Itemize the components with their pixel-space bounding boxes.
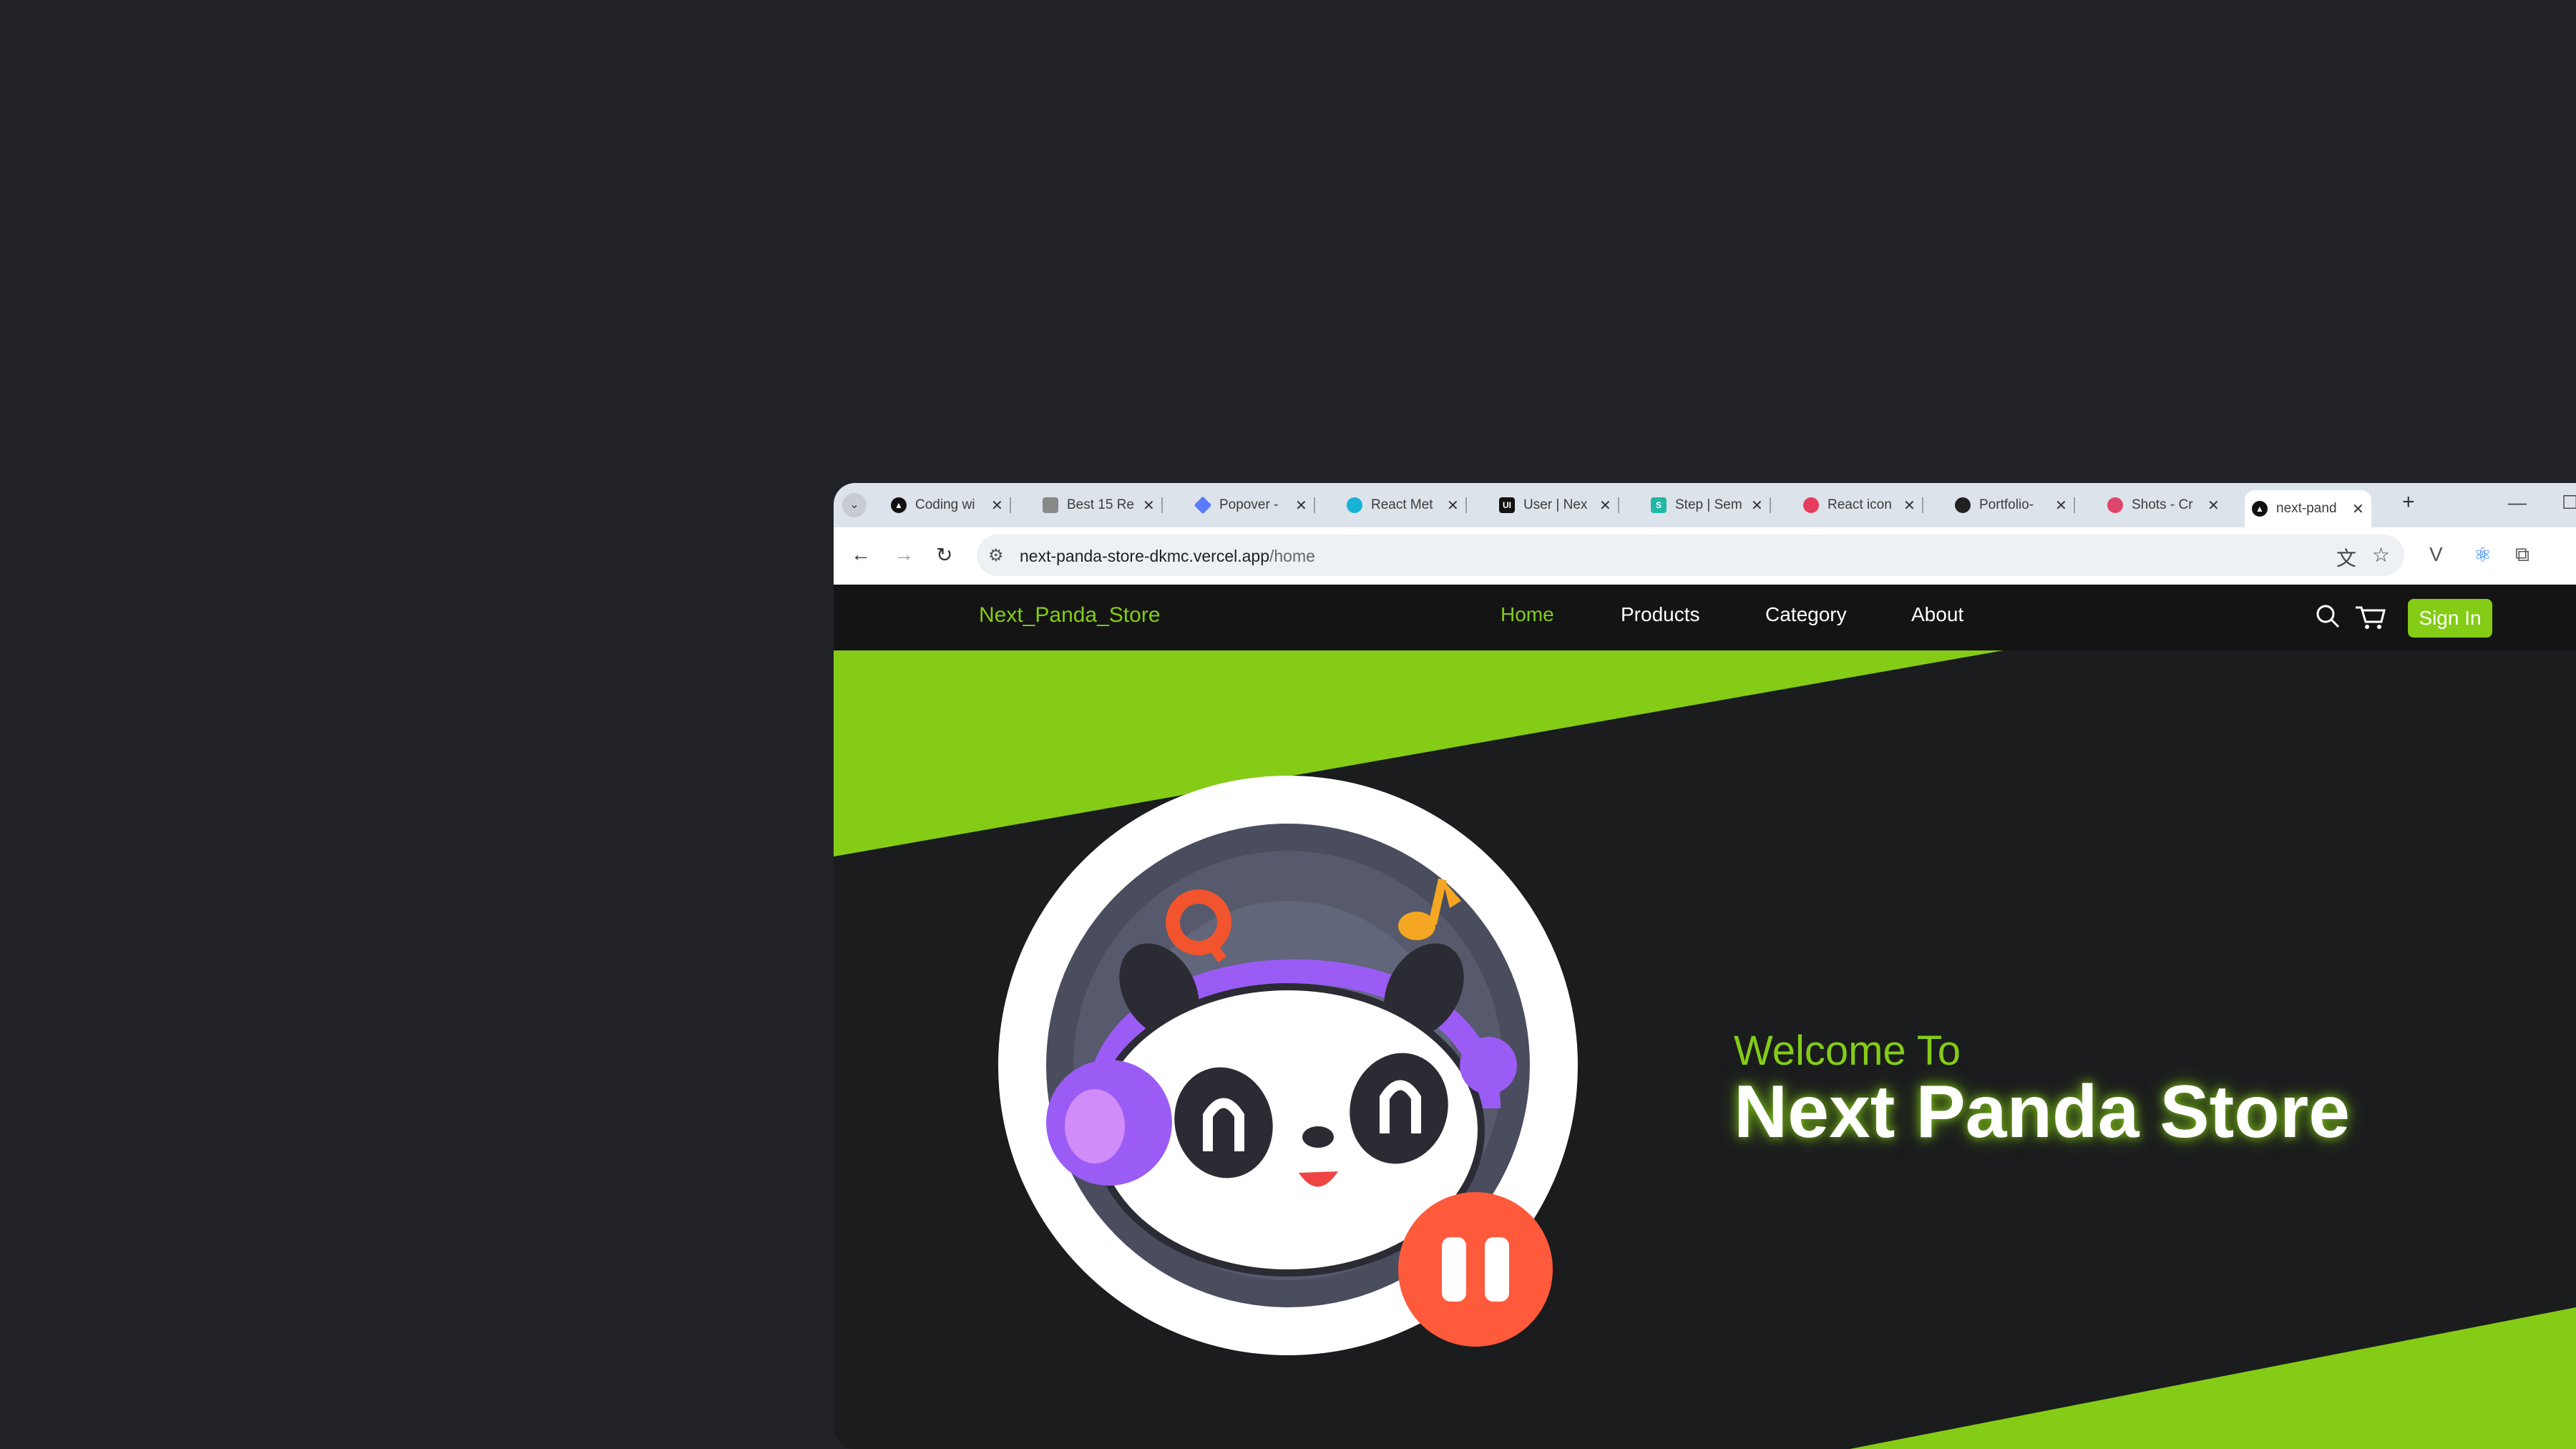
translate-icon[interactable]: 文 xyxy=(2336,543,2356,572)
browser-tab[interactable]: ▲ Coding wi ✕ xyxy=(891,490,1011,520)
close-icon[interactable]: ✕ xyxy=(2207,497,2220,514)
browser-tab[interactable]: UI User | Nex ✕ xyxy=(1499,490,1619,520)
browser-tab[interactable]: Shots - Cr ✕ xyxy=(2107,490,2220,520)
s-icon: S xyxy=(1651,497,1667,513)
tab-title: next-pand xyxy=(2276,501,2337,516)
react-icon xyxy=(1347,497,1362,513)
extension-v-icon[interactable]: V xyxy=(2429,543,2443,566)
tab-search-chevron-icon[interactable]: ⌄ xyxy=(842,493,867,517)
close-icon[interactable]: ✕ xyxy=(1903,497,1916,514)
bookmark-star-icon[interactable]: ☆ xyxy=(2372,543,2390,567)
browser-window: ⌄ ▲ Coding wi ✕ Best 15 Re ✕ Popover - ✕… xyxy=(834,483,2576,1449)
ui-icon: UI xyxy=(1499,497,1515,513)
react-icon xyxy=(1803,497,1819,513)
green-slash-bottom xyxy=(1850,1307,2576,1449)
nav-home[interactable]: Home xyxy=(1501,603,1554,626)
page-icon xyxy=(1043,497,1058,513)
tab-title: Popover - xyxy=(1219,497,1279,512)
tab-title: Best 15 Re xyxy=(1067,497,1134,512)
panda-illustration xyxy=(998,776,1578,1355)
browser-tab[interactable]: React icon ✕ xyxy=(1803,490,1923,520)
cart-icon[interactable] xyxy=(2354,602,2387,637)
tab-title: Coding wi xyxy=(915,497,975,512)
sign-in-button[interactable]: Sign In xyxy=(2408,599,2492,638)
close-icon[interactable]: ✕ xyxy=(2352,500,2364,518)
forward-arrow-icon[interactable]: → xyxy=(894,543,914,566)
minimize-icon[interactable]: — xyxy=(2508,492,2527,514)
triangle-icon: ▲ xyxy=(891,497,907,513)
back-arrow-icon[interactable]: ← xyxy=(851,543,871,566)
site-navbar: Next_Panda_Store Home Products Category … xyxy=(834,585,2576,650)
close-icon[interactable]: ✕ xyxy=(1751,497,1763,514)
site-logo[interactable]: Next_Panda_Store xyxy=(979,603,1161,628)
close-icon[interactable]: ✕ xyxy=(1295,497,1307,514)
extensions-puzzle-icon[interactable]: ⧉ xyxy=(2515,543,2529,567)
nav-category[interactable]: Category xyxy=(1765,603,1847,626)
nav-products[interactable]: Products xyxy=(1621,603,1700,626)
url-host: next-panda-store-dkmc.vercel.app xyxy=(1020,547,1269,565)
browser-tab-active[interactable]: ▲ next-pand ✕ xyxy=(2245,490,2371,527)
hero-title: Next Panda Store xyxy=(1734,1070,2351,1153)
browser-tab[interactable]: Best 15 Re ✕ xyxy=(1043,490,1163,520)
tab-title: Step | Sem xyxy=(1675,497,1742,512)
site-info-icon[interactable]: ⚙ xyxy=(988,545,1004,566)
tab-strip: ⌄ ▲ Coding wi ✕ Best 15 Re ✕ Popover - ✕… xyxy=(834,483,2576,527)
extension-react-icon[interactable]: ⚛ xyxy=(2474,543,2492,567)
close-icon[interactable]: ✕ xyxy=(991,497,1003,514)
tab-title: React Met xyxy=(1371,497,1433,512)
url-path: /home xyxy=(1269,547,1315,565)
tab-title: Portfolio- xyxy=(1979,497,2034,512)
nav-about[interactable]: About xyxy=(1911,603,1963,626)
diamond-icon xyxy=(1194,496,1212,514)
close-icon[interactable]: ✕ xyxy=(2055,497,2067,514)
search-icon[interactable] xyxy=(2313,602,2342,637)
dribbble-icon xyxy=(2107,497,2123,513)
maximize-icon[interactable]: ☐ xyxy=(2562,492,2576,514)
reload-icon[interactable]: ↻ xyxy=(936,543,952,567)
tab-title: User | Nex xyxy=(1523,497,1588,512)
github-icon xyxy=(1955,497,1971,513)
browser-tab[interactable]: S Step | Sem ✕ xyxy=(1651,490,1771,520)
close-icon[interactable]: ✕ xyxy=(1599,497,1611,514)
web-page: Next_Panda_Store Home Products Category … xyxy=(834,585,2576,1449)
url-text: next-panda-store-dkmc.vercel.app/home xyxy=(1020,547,1315,566)
browser-tab[interactable]: Popover - ✕ xyxy=(1194,490,1315,520)
browser-tab[interactable]: React Met ✕ xyxy=(1347,490,1467,520)
new-tab-icon[interactable]: + xyxy=(2402,490,2415,514)
tab-title: React icon xyxy=(1828,497,1892,512)
close-icon[interactable]: ✕ xyxy=(1143,497,1155,514)
browser-tab[interactable]: Portfolio- ✕ xyxy=(1955,490,2075,520)
hero-welcome-text: Welcome To xyxy=(1734,1028,1961,1074)
tab-title: Shots - Cr xyxy=(2132,497,2193,512)
triangle-icon: ▲ xyxy=(2252,501,2268,517)
address-bar[interactable]: ⚙ next-panda-store-dkmc.vercel.app/home … xyxy=(977,535,2404,576)
close-icon[interactable]: ✕ xyxy=(1447,497,1459,514)
toolbar: ← → ↻ ⚙ next-panda-store-dkmc.vercel.app… xyxy=(834,527,2576,585)
